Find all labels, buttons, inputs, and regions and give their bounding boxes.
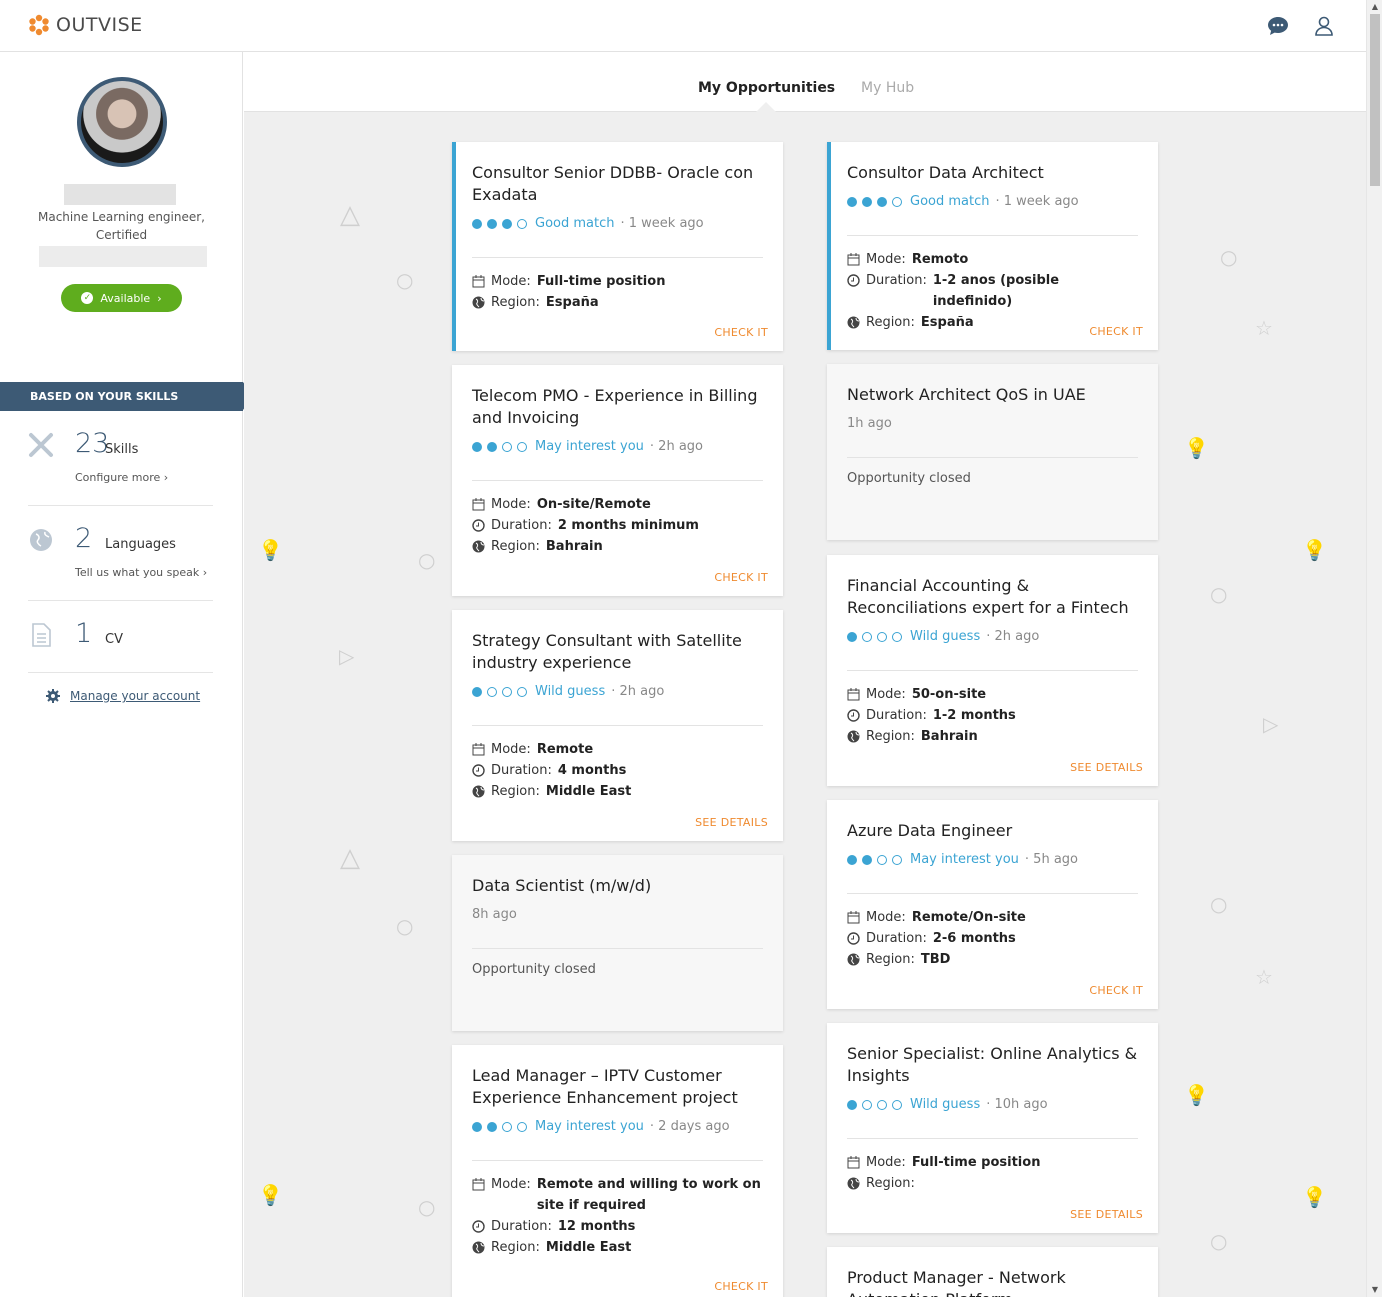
top-header: OUTVISE <box>0 0 1366 52</box>
document-icon <box>32 623 51 647</box>
avatar[interactable] <box>77 77 167 167</box>
tab-my-hub[interactable]: My Hub <box>861 80 914 96</box>
redacted-name <box>64 184 176 205</box>
globe-icon <box>847 730 860 743</box>
globe-icon <box>847 316 860 329</box>
match-dots <box>847 631 902 642</box>
scroll-up-arrow-icon[interactable]: ▲ <box>1367 0 1382 14</box>
calendar-icon <box>847 911 860 924</box>
see-details-button[interactable]: SEE DETAILS <box>1070 1208 1143 1221</box>
profile-sidebar: Machine Learning engineer, Certified ✓ A… <box>0 52 253 1297</box>
languages-stat: 2 Languages Tell us what you speak › <box>28 523 213 593</box>
match-dots <box>847 196 902 207</box>
skills-banner: BASED ON YOUR SKILLS <box>0 382 253 411</box>
languages-link[interactable]: Tell us what you speak › <box>75 566 207 579</box>
opportunity-card[interactable]: Strategy Consultant with Satellite indus… <box>452 610 783 841</box>
clock-icon <box>847 932 860 945</box>
logo-text: OUTVISE <box>56 14 143 36</box>
flower-logo-icon <box>29 14 49 36</box>
globe-icon <box>472 540 485 553</box>
outvise-logo[interactable]: OUTVISE <box>28 14 143 36</box>
globe-icon <box>30 529 52 551</box>
globe-icon <box>472 1241 485 1254</box>
calendar-icon <box>847 1156 860 1169</box>
check-it-button[interactable]: CHECK IT <box>714 571 768 584</box>
scroll-down-arrow-icon[interactable]: ▼ <box>1367 1283 1382 1297</box>
calendar-icon <box>472 1178 485 1191</box>
active-tab-caret <box>756 102 776 112</box>
opportunity-card[interactable]: Financial Accounting & Reconciliations e… <box>827 555 1158 786</box>
main-content: △ ○ 💡 ○ ▷ △ ○ 💡 ○ ○ ☆ 💡 💡 ○ ▷ ○ ☆ 💡 💡 ○ … <box>244 52 1366 1297</box>
clock-icon <box>472 1220 485 1233</box>
gear-icon <box>46 689 60 703</box>
configure-more-link[interactable]: Configure more › <box>75 471 168 484</box>
match-dots <box>472 218 527 229</box>
check-circle-icon: ✓ <box>81 292 94 304</box>
calendar-icon <box>472 498 485 511</box>
profile-role: Machine Learning engineer, Certified <box>37 210 205 242</box>
clock-icon <box>472 519 485 532</box>
calendar-icon <box>472 275 485 288</box>
availability-button[interactable]: ✓ Available › <box>61 284 182 312</box>
chat-bubble-icon[interactable] <box>1266 14 1290 38</box>
globe-icon <box>847 1177 860 1190</box>
match-dots <box>472 1121 527 1132</box>
opportunity-card[interactable]: Senior Specialist: Online Analytics & In… <box>827 1023 1158 1233</box>
check-it-button[interactable]: CHECK IT <box>714 1280 768 1293</box>
clock-icon <box>472 764 485 777</box>
check-it-button[interactable]: CHECK IT <box>1089 325 1143 338</box>
opportunity-card[interactable]: Consultor Senior DDBB- Oracle con Exadat… <box>452 142 783 351</box>
tab-my-opportunities[interactable]: My Opportunities <box>698 80 835 96</box>
match-dots <box>472 441 527 452</box>
vertical-scrollbar[interactable]: ▲ ▼ <box>1366 0 1382 1297</box>
globe-icon <box>847 953 860 966</box>
globe-icon <box>472 785 485 798</box>
chevron-right-icon: › <box>157 291 162 305</box>
clock-icon <box>847 709 860 722</box>
opportunity-card[interactable]: Consultor Data Architect Good match · 1 w… <box>827 142 1158 350</box>
opportunity-card-closed[interactable]: Network Architect QoS in UAE 1h ago Oppo… <box>827 364 1158 540</box>
skills-stat: 23 Skills Configure more › <box>28 428 213 498</box>
calendar-icon <box>472 743 485 756</box>
scrollbar-thumb[interactable] <box>1370 14 1380 186</box>
cv-stat: 1 CV <box>28 618 213 668</box>
opportunity-card[interactable]: Lead Manager – IPTV Customer Experience … <box>452 1045 783 1297</box>
check-it-button[interactable]: CHECK IT <box>1089 984 1143 997</box>
redacted-detail <box>39 246 207 267</box>
manage-account-link[interactable]: Manage your account <box>46 689 200 703</box>
closed-status: Opportunity closed <box>472 962 596 977</box>
see-details-button[interactable]: SEE DETAILS <box>1070 761 1143 774</box>
calendar-icon <box>847 688 860 701</box>
opportunity-tabs: My Opportunities My Hub <box>244 52 1366 112</box>
opportunity-card-closed[interactable]: Data Scientist (m/w/d) 8h ago Opportunit… <box>452 855 783 1031</box>
clock-icon <box>847 274 860 287</box>
globe-icon <box>472 296 485 309</box>
check-it-button[interactable]: CHECK IT <box>714 326 768 339</box>
user-icon[interactable] <box>1312 14 1336 38</box>
see-details-button[interactable]: SEE DETAILS <box>695 816 768 829</box>
match-dots <box>847 1099 902 1110</box>
opportunity-card[interactable]: Azure Data Engineer May interest you · 5h… <box>827 800 1158 1009</box>
closed-status: Opportunity closed <box>847 471 971 486</box>
calendar-icon <box>847 253 860 266</box>
tools-icon <box>29 433 53 457</box>
opportunity-card[interactable]: Product Manager - Network Automation Pla… <box>827 1247 1158 1297</box>
match-dots <box>847 854 902 865</box>
match-dots <box>472 686 527 697</box>
opportunity-card[interactable]: Telecom PMO - Experience in Billing and … <box>452 365 783 596</box>
